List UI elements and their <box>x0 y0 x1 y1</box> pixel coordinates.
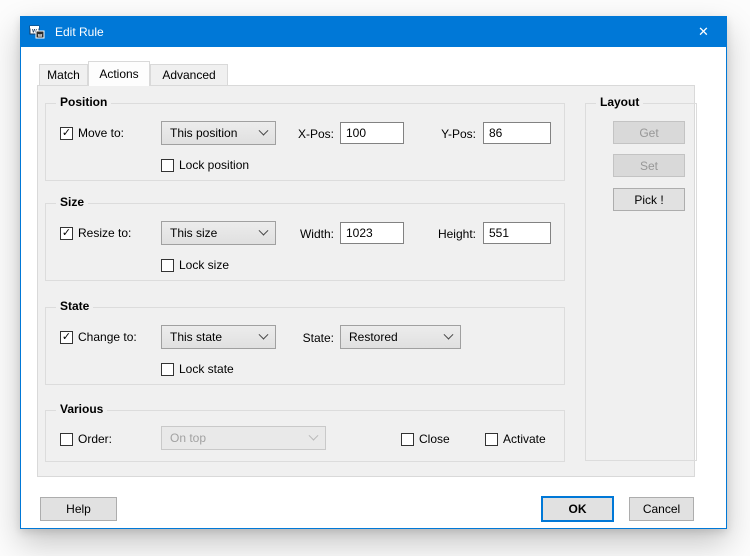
checkbox-box <box>161 362 174 376</box>
state-label: State: <box>302 331 334 345</box>
tab-label: Actions <box>99 67 139 81</box>
cancel-button[interactable]: Cancel <box>629 497 694 521</box>
close-button[interactable]: ✕ <box>681 17 726 47</box>
resize-to-checkbox[interactable]: ✓ Resize to: <box>60 225 131 241</box>
dropdown-value: This state <box>170 330 223 344</box>
state-group: State ✓ Change to: This state State: Res… <box>45 299 565 385</box>
set-button: Set <box>613 154 685 177</box>
layout-group: Layout Get Set Pick ! <box>585 95 697 461</box>
height-label: Height: <box>437 227 476 241</box>
checkbox-box <box>161 158 174 172</box>
size-group-title: Size <box>56 195 89 209</box>
activate-label: Activate <box>503 432 546 446</box>
lock-state-checkbox[interactable]: Lock state <box>161 361 234 377</box>
move-to-dropdown[interactable]: This position <box>161 121 276 145</box>
edit-rule-dialog: w w Edit Rule ✕ Match Actions Advanced P… <box>20 16 727 529</box>
change-to-dropdown[interactable]: This state <box>161 325 276 349</box>
layout-group-title: Layout <box>596 95 644 109</box>
activate-checkbox[interactable]: Activate <box>485 431 546 447</box>
state-group-title: State <box>56 299 94 313</box>
screen: { "window": { "title": "Edit Rule" }, "i… <box>0 0 750 556</box>
order-label: Order: <box>78 432 113 446</box>
svg-text:w: w <box>37 33 43 39</box>
x-pos-input[interactable] <box>340 122 404 144</box>
pick-button[interactable]: Pick ! <box>613 188 685 211</box>
dropdown-value: Restored <box>349 330 398 344</box>
y-pos-label: Y-Pos: <box>441 127 476 141</box>
window-title: Edit Rule <box>55 25 104 39</box>
resize-to-dropdown[interactable]: This size <box>161 221 276 245</box>
dropdown-value: On top <box>170 431 207 445</box>
tab-label: Advanced <box>162 68 216 82</box>
resize-to-label: Resize to: <box>78 226 132 240</box>
chevron-down-icon <box>308 430 319 441</box>
chevron-down-icon <box>443 329 454 340</box>
position-group: Position ✓ Move to: This position X-Pos:… <box>45 95 565 181</box>
checkbox-box <box>485 432 498 446</box>
width-label: Width: <box>299 227 334 241</box>
checkbox-box: ✓ <box>60 226 73 240</box>
position-group-title: Position <box>56 95 112 109</box>
state-dropdown[interactable]: Restored <box>340 325 461 349</box>
lock-state-label: Lock state <box>179 362 234 376</box>
lock-position-label: Lock position <box>179 158 250 172</box>
close-label: Close <box>419 432 450 446</box>
change-to-label: Change to: <box>78 330 137 344</box>
close-icon: ✕ <box>698 24 709 39</box>
dropdown-value: This size <box>170 226 218 240</box>
ok-button[interactable]: OK <box>541 496 614 522</box>
chevron-down-icon <box>258 125 269 136</box>
tab-actions[interactable]: Actions <box>88 61 150 86</box>
height-input[interactable] <box>483 222 551 244</box>
chevron-down-icon <box>258 225 269 236</box>
lock-position-checkbox[interactable]: Lock position <box>161 157 249 173</box>
move-to-checkbox[interactable]: ✓ Move to: <box>60 125 124 141</box>
check-icon: ✓ <box>61 226 72 239</box>
move-to-label: Move to: <box>78 126 125 140</box>
actions-tab-page: Position ✓ Move to: This position X-Pos:… <box>37 85 697 477</box>
checkbox-box <box>401 432 414 446</box>
checkbox-box <box>60 432 73 446</box>
x-pos-label: X-Pos: <box>297 127 334 141</box>
y-pos-input[interactable] <box>483 122 551 144</box>
checkbox-box: ✓ <box>60 126 73 140</box>
various-group-title: Various <box>56 402 108 416</box>
checkbox-box <box>161 258 174 272</box>
width-input[interactable] <box>340 222 404 244</box>
tab-match[interactable]: Match <box>39 64 88 86</box>
dropdown-value: This position <box>170 126 238 140</box>
get-button: Get <box>613 121 685 144</box>
tab-advanced[interactable]: Advanced <box>150 64 228 86</box>
tab-label: Match <box>47 68 80 82</box>
title-bar: w w Edit Rule ✕ <box>21 17 726 47</box>
lock-size-label: Lock size <box>179 258 230 272</box>
chevron-down-icon <box>258 329 269 340</box>
order-checkbox[interactable]: Order: <box>60 431 112 447</box>
order-dropdown: On top <box>161 426 326 450</box>
change-to-checkbox[interactable]: ✓ Change to: <box>60 329 137 345</box>
checkbox-box: ✓ <box>60 330 73 344</box>
check-icon: ✓ <box>61 330 72 343</box>
help-button[interactable]: Help <box>40 497 117 521</box>
close-checkbox[interactable]: Close <box>401 431 450 447</box>
app-windows-icon: w w <box>29 25 45 39</box>
lock-size-checkbox[interactable]: Lock size <box>161 257 229 273</box>
check-icon: ✓ <box>61 126 72 139</box>
various-group: Various Order: On top Close Activate <box>45 402 565 462</box>
size-group: Size ✓ Resize to: This size Width: Heigh… <box>45 195 565 281</box>
